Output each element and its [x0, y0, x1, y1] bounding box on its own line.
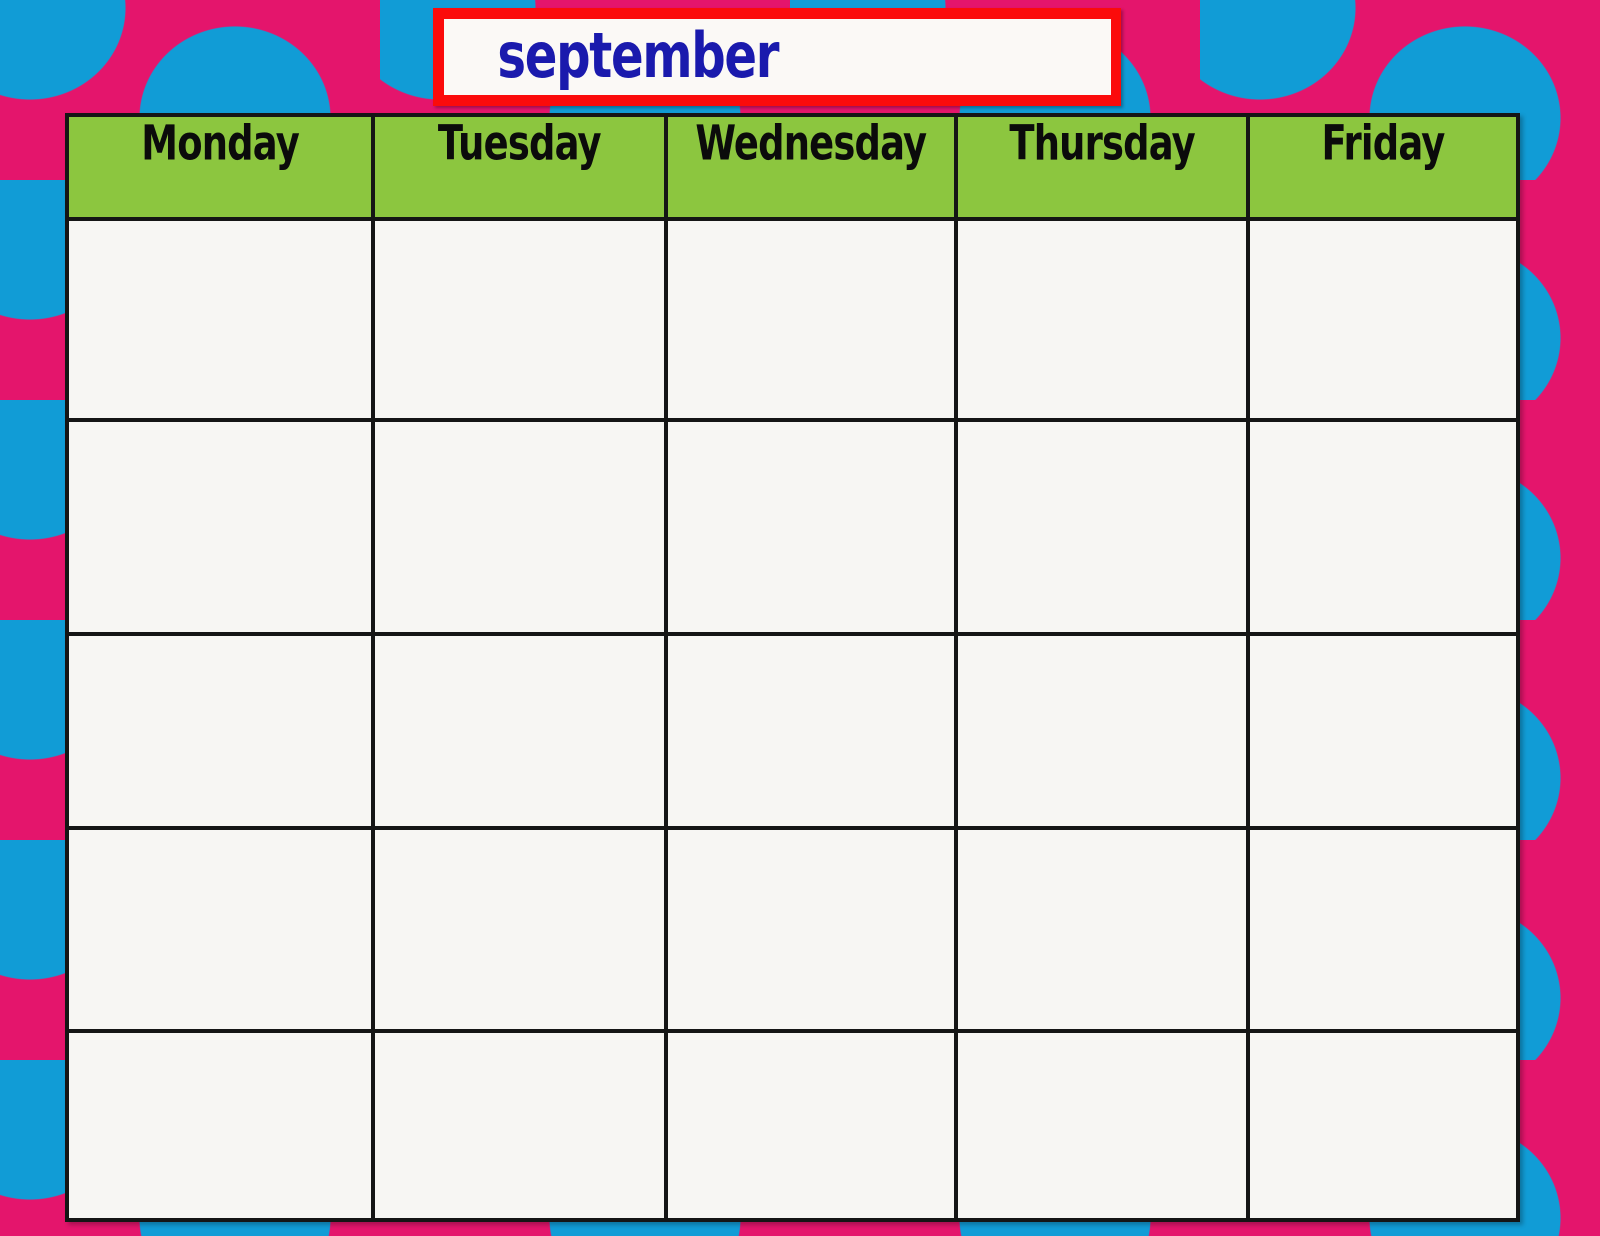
calendar-day-cell[interactable]: [371, 221, 664, 418]
calendar-week-row: [69, 1029, 1516, 1218]
calendar-day-cell[interactable]: [664, 1033, 954, 1218]
calendar-day-cell[interactable]: [371, 422, 664, 632]
calendar-day-cell[interactable]: [69, 221, 371, 418]
calendar-day-cell[interactable]: [371, 636, 664, 826]
calendar-day-cell[interactable]: [664, 830, 954, 1029]
month-title-text: september: [497, 20, 779, 93]
day-header-label: Monday: [141, 114, 299, 172]
calendar-day-cell[interactable]: [954, 1033, 1246, 1218]
month-title-plaque: september: [433, 8, 1121, 106]
calendar-day-cell[interactable]: [371, 830, 664, 1029]
calendar-day-cell[interactable]: [69, 422, 371, 632]
calendar-day-cell[interactable]: [371, 1033, 664, 1218]
calendar-day-cell[interactable]: [954, 422, 1246, 632]
day-header-wednesday: Wednesday: [664, 117, 954, 217]
calendar-day-cell[interactable]: [1246, 636, 1516, 826]
calendar-day-cell[interactable]: [954, 830, 1246, 1029]
calendar-day-cell[interactable]: [664, 221, 954, 418]
day-header-label: Wednesday: [695, 114, 928, 172]
day-header-friday: Friday: [1246, 117, 1516, 217]
calendar-day-cell[interactable]: [954, 221, 1246, 418]
day-header-label: Tuesday: [438, 114, 602, 172]
calendar-week-row: [69, 217, 1516, 418]
calendar-week-row: [69, 418, 1516, 632]
calendar-day-cell[interactable]: [69, 636, 371, 826]
calendar-week-row: [69, 826, 1516, 1029]
day-header-tuesday: Tuesday: [371, 117, 664, 217]
day-header-label: Thursday: [1009, 114, 1195, 172]
day-header-thursday: Thursday: [954, 117, 1246, 217]
calendar-day-cell[interactable]: [954, 636, 1246, 826]
calendar-day-cell[interactable]: [1246, 221, 1516, 418]
month-title-field[interactable]: september: [444, 19, 1111, 95]
calendar-page: september Monday Tuesday Wednesday Thurs…: [0, 0, 1600, 1236]
calendar-day-cell[interactable]: [664, 422, 954, 632]
calendar-day-cell[interactable]: [69, 830, 371, 1029]
day-header-label: Friday: [1321, 114, 1445, 172]
day-header-monday: Monday: [69, 117, 371, 217]
calendar-day-cell[interactable]: [1246, 1033, 1516, 1218]
day-header-row: Monday Tuesday Wednesday Thursday Friday: [69, 117, 1516, 217]
calendar-day-cell[interactable]: [1246, 422, 1516, 632]
calendar-week-row: [69, 632, 1516, 826]
calendar-grid: Monday Tuesday Wednesday Thursday Friday: [65, 113, 1520, 1222]
calendar-day-cell[interactable]: [1246, 830, 1516, 1029]
calendar-day-cell[interactable]: [664, 636, 954, 826]
calendar-day-cell[interactable]: [69, 1033, 371, 1218]
